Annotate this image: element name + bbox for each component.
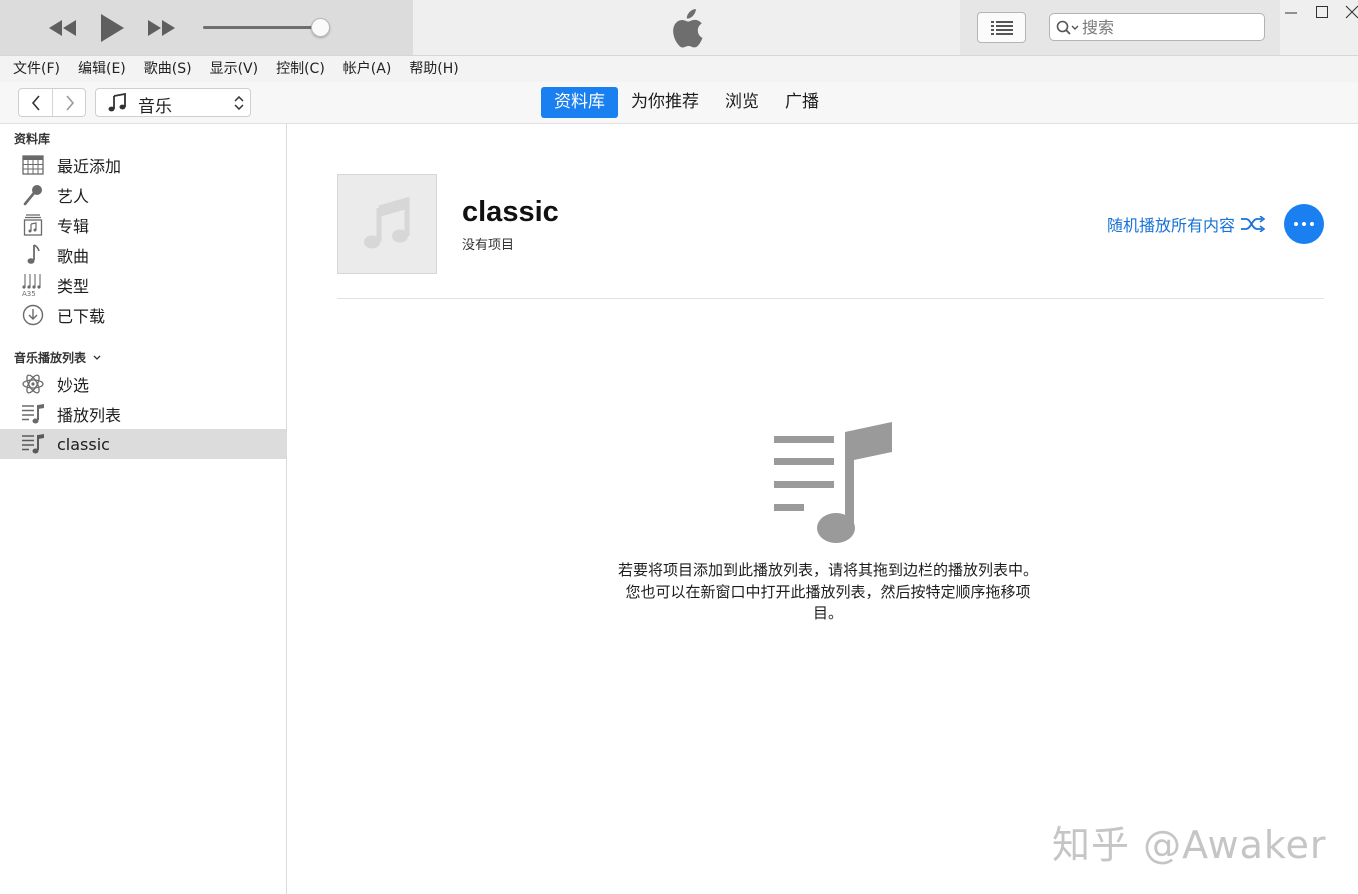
atom-icon bbox=[21, 373, 45, 395]
sidebar-item-songs[interactable]: 歌曲 bbox=[0, 240, 286, 270]
title-bar bbox=[0, 0, 1358, 56]
genre-icon: A35 bbox=[21, 274, 45, 297]
tab-for-you[interactable]: 为你推荐 bbox=[618, 87, 712, 118]
sidebar-item-albums[interactable]: 专辑 bbox=[0, 210, 286, 240]
sidebar-item-classic[interactable]: classic bbox=[0, 429, 286, 459]
media-kind-label: 音乐 bbox=[138, 97, 172, 117]
volume-slider-knob[interactable] bbox=[311, 18, 330, 37]
shuffle-all-button[interactable]: 随机播放所有内容 bbox=[1107, 212, 1266, 236]
search-input[interactable] bbox=[1082, 15, 1260, 39]
playlist-item-count: 没有项目 bbox=[462, 238, 515, 253]
menu-help[interactable]: 帮助(H) bbox=[400, 56, 467, 82]
maximize-button[interactable] bbox=[1311, 3, 1333, 21]
sidebar-item-recently-added[interactable]: 最近添加 bbox=[0, 150, 286, 180]
play-button[interactable] bbox=[93, 0, 131, 55]
sidebar-item-genres[interactable]: A35 类型 bbox=[0, 270, 286, 300]
media-kind-selector[interactable]: 音乐 bbox=[95, 88, 251, 117]
watermark: 知乎 @Awaker bbox=[1052, 823, 1327, 867]
more-icon bbox=[1294, 222, 1314, 226]
sidebar-item-label: classic bbox=[57, 434, 110, 454]
playlist-view: classic 没有项目 随机播放所有内容 若要将项目添加到此播放列表，请将其拖… bbox=[288, 124, 1358, 894]
header-divider bbox=[337, 298, 1324, 299]
search-icon bbox=[1056, 20, 1079, 35]
sidebar-item-artists[interactable]: 艺人 bbox=[0, 180, 286, 210]
search-box[interactable] bbox=[1049, 13, 1265, 41]
chevron-left-icon bbox=[31, 94, 40, 111]
sidebar-item-label: 专辑 bbox=[57, 217, 90, 236]
playlist-icon bbox=[21, 433, 45, 455]
menu-bar: 文件(F) 编辑(E) 歌曲(S) 显示(V) 控制(C) 帐户(A) 帮助(H… bbox=[0, 56, 1358, 82]
menu-controls[interactable]: 控制(C) bbox=[267, 56, 334, 82]
maximize-icon bbox=[1316, 6, 1328, 18]
playlist-title: classic bbox=[462, 196, 559, 228]
calendar-grid-icon bbox=[21, 154, 45, 176]
minimize-button[interactable] bbox=[1280, 3, 1302, 21]
sidebar-item-playlist[interactable]: 播放列表 bbox=[0, 399, 286, 429]
minimize-icon bbox=[1285, 12, 1297, 14]
rewind-icon bbox=[49, 19, 76, 36]
list-icon bbox=[990, 20, 1013, 35]
close-icon bbox=[1345, 5, 1358, 19]
download-circle-icon bbox=[21, 304, 45, 326]
menu-song[interactable]: 歌曲(S) bbox=[135, 56, 201, 82]
shuffle-all-label: 随机播放所有内容 bbox=[1107, 216, 1236, 235]
sidebar-item-label: 艺人 bbox=[57, 187, 90, 206]
more-options-button[interactable] bbox=[1284, 204, 1324, 244]
up-next-list-button[interactable] bbox=[977, 12, 1026, 43]
empty-playlist-message: 若要将项目添加到此播放列表，请将其拖到边栏的播放列表中。您也可以在新窗口中打开此… bbox=[617, 561, 1038, 622]
music-note-placeholder-icon bbox=[364, 196, 410, 249]
forward-button[interactable] bbox=[53, 89, 86, 116]
chevron-down-icon bbox=[93, 355, 101, 360]
album-icon bbox=[21, 214, 45, 236]
section-tabs: 资料库 为你推荐 浏览 广播 bbox=[541, 87, 832, 118]
sidebar-item-genius[interactable]: 妙选 bbox=[0, 369, 286, 399]
chevron-updown-icon bbox=[234, 96, 244, 110]
sidebar: 资料库 最近添加 艺人 专辑 歌曲 A35 类型 已下载 音乐播放列表 妙选 播… bbox=[0, 124, 287, 894]
tab-browse[interactable]: 浏览 bbox=[712, 87, 772, 118]
fast-forward-button[interactable] bbox=[142, 0, 180, 55]
menu-account[interactable]: 帐户(A) bbox=[334, 56, 401, 82]
sidebar-item-label: 歌曲 bbox=[57, 247, 90, 266]
sidebar-item-label: 播放列表 bbox=[57, 406, 122, 425]
sidebar-item-label: 类型 bbox=[57, 277, 90, 296]
tab-radio[interactable]: 广播 bbox=[772, 87, 832, 118]
playlist-artwork bbox=[337, 174, 437, 274]
microphone-icon bbox=[21, 184, 45, 206]
history-nav bbox=[18, 88, 86, 117]
playlists-heading[interactable]: 音乐播放列表 bbox=[14, 349, 102, 366]
play-icon bbox=[101, 13, 124, 42]
navigation-bar: 音乐 资料库 为你推荐 浏览 广播 bbox=[0, 82, 1358, 124]
sidebar-item-label: 已下载 bbox=[57, 307, 106, 326]
menu-file[interactable]: 文件(F) bbox=[4, 56, 69, 82]
playlist-icon bbox=[21, 403, 45, 425]
menu-edit[interactable]: 编辑(E) bbox=[69, 56, 135, 82]
apple-logo-icon bbox=[673, 9, 703, 48]
chevron-right-icon bbox=[65, 94, 74, 111]
sidebar-item-label: 最近添加 bbox=[57, 157, 122, 176]
back-button[interactable] bbox=[19, 89, 52, 116]
music-note-icon bbox=[21, 244, 45, 266]
fast-forward-icon bbox=[148, 19, 175, 36]
shuffle-icon bbox=[1241, 216, 1266, 232]
sidebar-item-label: 妙选 bbox=[57, 376, 90, 395]
empty-playlist-icon bbox=[774, 422, 892, 543]
sidebar-item-downloaded[interactable]: 已下载 bbox=[0, 300, 286, 330]
close-button[interactable] bbox=[1341, 3, 1358, 21]
svg-text:A35: A35 bbox=[22, 290, 36, 297]
tab-library[interactable]: 资料库 bbox=[541, 87, 618, 118]
playlists-heading-label: 音乐播放列表 bbox=[14, 351, 87, 365]
menu-view[interactable]: 显示(V) bbox=[201, 56, 268, 82]
music-note-icon bbox=[108, 93, 126, 112]
playback-controls bbox=[0, 0, 413, 55]
volume-slider[interactable] bbox=[203, 26, 321, 29]
library-heading: 资料库 bbox=[14, 132, 51, 146]
rewind-button[interactable] bbox=[44, 0, 82, 55]
